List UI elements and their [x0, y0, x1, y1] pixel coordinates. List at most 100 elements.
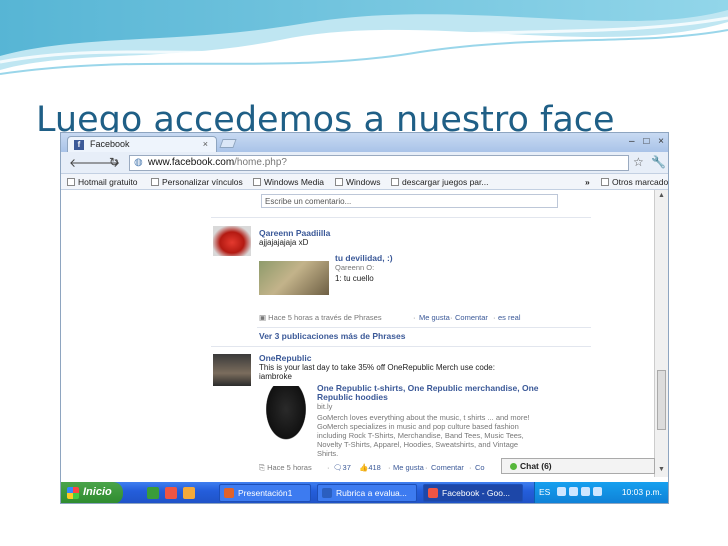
separator-dot: ·: [493, 313, 496, 322]
close-window-icon[interactable]: ×: [658, 136, 664, 147]
separator-dot: ·: [327, 463, 330, 472]
post1-text: ajjajajajaja xD: [259, 238, 309, 247]
comment-bubble-icon: 🗨: [333, 463, 343, 472]
bookmark-other-folder[interactable]: Otros marcadores: [601, 177, 668, 187]
post2-desc-line: GoMerch loves everything about the music…: [317, 413, 530, 422]
page-icon: [253, 178, 261, 186]
bookmark-windows[interactable]: Windows: [335, 177, 380, 187]
reload-icon[interactable]: ↻: [109, 155, 119, 169]
bookmarks-bar: Hotmail gratuito Personalizar vínculos W…: [61, 174, 668, 190]
task-presentacion[interactable]: Presentación1: [219, 484, 311, 502]
tray-icon[interactable]: [581, 487, 590, 496]
task-rubrica[interactable]: Rubrica a evalua...: [317, 484, 417, 502]
post2-desc-line: including Rock T-Shirts, Merchandise, Ba…: [317, 431, 524, 440]
post1-attachment-author: Qareenn O:: [335, 263, 375, 272]
bookmark-hotmail[interactable]: Hotmail gratuito: [67, 177, 138, 187]
new-tab-button[interactable]: [219, 139, 237, 148]
bookmark-star-icon[interactable]: ☆: [633, 155, 644, 169]
separator-dot: ·: [413, 313, 416, 322]
post2-attachment-source: bit.ly: [317, 402, 333, 411]
post1-comment-link[interactable]: Comentar: [455, 313, 488, 322]
separator-dot: ·: [425, 463, 428, 472]
tray-icon[interactable]: [569, 487, 578, 496]
post2-desc-line: GoMerch specializes in music and pop cul…: [317, 422, 519, 431]
tab-facebook[interactable]: f Facebook ×: [67, 136, 217, 152]
post1-app-link[interactable]: es real: [498, 313, 521, 322]
bookmark-windows-media[interactable]: Windows Media: [253, 177, 324, 187]
scrollbar-thumb[interactable]: [657, 370, 666, 430]
bookmarks-overflow-chevron[interactable]: »: [585, 177, 590, 187]
post2-attachment-title-cont[interactable]: Republic hoodies: [317, 392, 388, 402]
quicklaunch-chrome-icon[interactable]: [165, 487, 177, 499]
language-indicator[interactable]: ES: [539, 487, 550, 497]
more-posts-link[interactable]: Ver 3 publicaciones más de Phrases: [259, 331, 405, 341]
globe-icon: ◍: [134, 157, 143, 168]
divider: [211, 346, 591, 347]
bookmark-descargar-juegos[interactable]: descargar juegos par...: [391, 177, 488, 187]
link-share-icon: ⎘: [259, 463, 268, 472]
post2-desc-line: Shirts.: [317, 449, 339, 458]
maximize-icon[interactable]: □: [643, 136, 649, 147]
post2-comments-count[interactable]: 🗨37: [333, 463, 351, 472]
post2-text-code: iambroke: [259, 372, 292, 381]
tray-icon[interactable]: [593, 487, 602, 496]
wrench-menu-icon[interactable]: 🔧: [651, 155, 666, 169]
start-button[interactable]: Inicio: [61, 482, 123, 503]
page-icon: [335, 178, 343, 186]
address-bar[interactable]: ◍ www.facebook.com/home.php?: [129, 155, 629, 171]
windows-taskbar: Inicio Presentación1 Rubrica a evalua...…: [61, 482, 668, 503]
divider: [211, 217, 591, 218]
scroll-up-icon[interactable]: ▲: [658, 192, 665, 199]
page-icon: [391, 178, 399, 186]
tab-close-icon[interactable]: ×: [203, 139, 208, 149]
quicklaunch-app-icon[interactable]: [147, 487, 159, 499]
windows-logo-icon: [67, 487, 79, 499]
post1-author[interactable]: Qareenn Paadiilla: [259, 228, 330, 238]
navigation-bar: 🡐 🡒 ↻ ◍ www.facebook.com/home.php? ☆ 🔧: [61, 152, 668, 174]
browser-screenshot: f Facebook × – □ × 🡐 🡒 ↻ ◍ www.facebook.…: [60, 132, 669, 504]
thumbs-up-icon: 👍: [359, 463, 369, 472]
tab-title: Facebook: [90, 139, 130, 149]
task-facebook-chrome[interactable]: Facebook - Goo...: [423, 484, 523, 502]
post1-like-link[interactable]: Me gusta: [419, 313, 450, 322]
post2-meta-time: ⎘ Hace 5 horas: [259, 463, 312, 472]
facebook-favicon-icon: f: [74, 140, 84, 150]
avatar[interactable]: [213, 226, 251, 256]
url-path: /home.php?: [234, 157, 287, 168]
bookmark-personalizar[interactable]: Personalizar vínculos: [151, 177, 243, 187]
folder-icon: [601, 178, 609, 186]
online-status-icon: [510, 463, 517, 470]
word-icon: [322, 488, 332, 498]
chat-label: Chat (6): [520, 461, 552, 471]
minimize-icon[interactable]: –: [629, 136, 635, 147]
bookmark-folder-icon: [67, 178, 75, 186]
post1-attachment-title[interactable]: tu devilidad, :): [335, 253, 393, 263]
vertical-scrollbar[interactable]: ▲ ▼: [654, 190, 668, 477]
post2-author[interactable]: OneRepublic: [259, 353, 311, 363]
chat-bar[interactable]: Chat (6): [501, 458, 655, 474]
post2-share-link[interactable]: Co: [475, 463, 485, 472]
tab-strip: f Facebook × – □ ×: [61, 133, 668, 152]
quicklaunch-media-icon[interactable]: [183, 487, 195, 499]
system-tray: ES 10:03 p.m.: [534, 482, 668, 503]
post2-like-link[interactable]: Me gusta: [393, 463, 424, 472]
divider: [257, 327, 591, 328]
post2-comment-link[interactable]: Comentar: [431, 463, 464, 472]
system-clock[interactable]: 10:03 p.m.: [622, 487, 662, 497]
tray-icon[interactable]: [557, 487, 566, 496]
post1-attachment-image[interactable]: [259, 261, 329, 295]
post2-likes-count[interactable]: 👍418: [359, 463, 381, 472]
avatar[interactable]: [213, 354, 251, 386]
chrome-icon: [428, 488, 438, 498]
phrases-app-icon: ▣: [259, 313, 269, 322]
page-icon: [151, 178, 159, 186]
facebook-news-feed: Escribe un comentario... Qareenn Paadiil…: [61, 190, 656, 477]
comment-input[interactable]: Escribe un comentario...: [261, 194, 558, 208]
url-domain: www.facebook.com: [148, 157, 235, 168]
post2-attachment-image[interactable]: [263, 386, 309, 444]
post2-text: This is your last day to take 35% off On…: [259, 363, 495, 372]
powerpoint-icon: [224, 488, 234, 498]
post1-meta: ▣ Hace 5 horas a través de Phrases: [259, 313, 382, 322]
scroll-down-icon[interactable]: ▼: [658, 466, 665, 473]
separator-dot: ·: [388, 463, 391, 472]
